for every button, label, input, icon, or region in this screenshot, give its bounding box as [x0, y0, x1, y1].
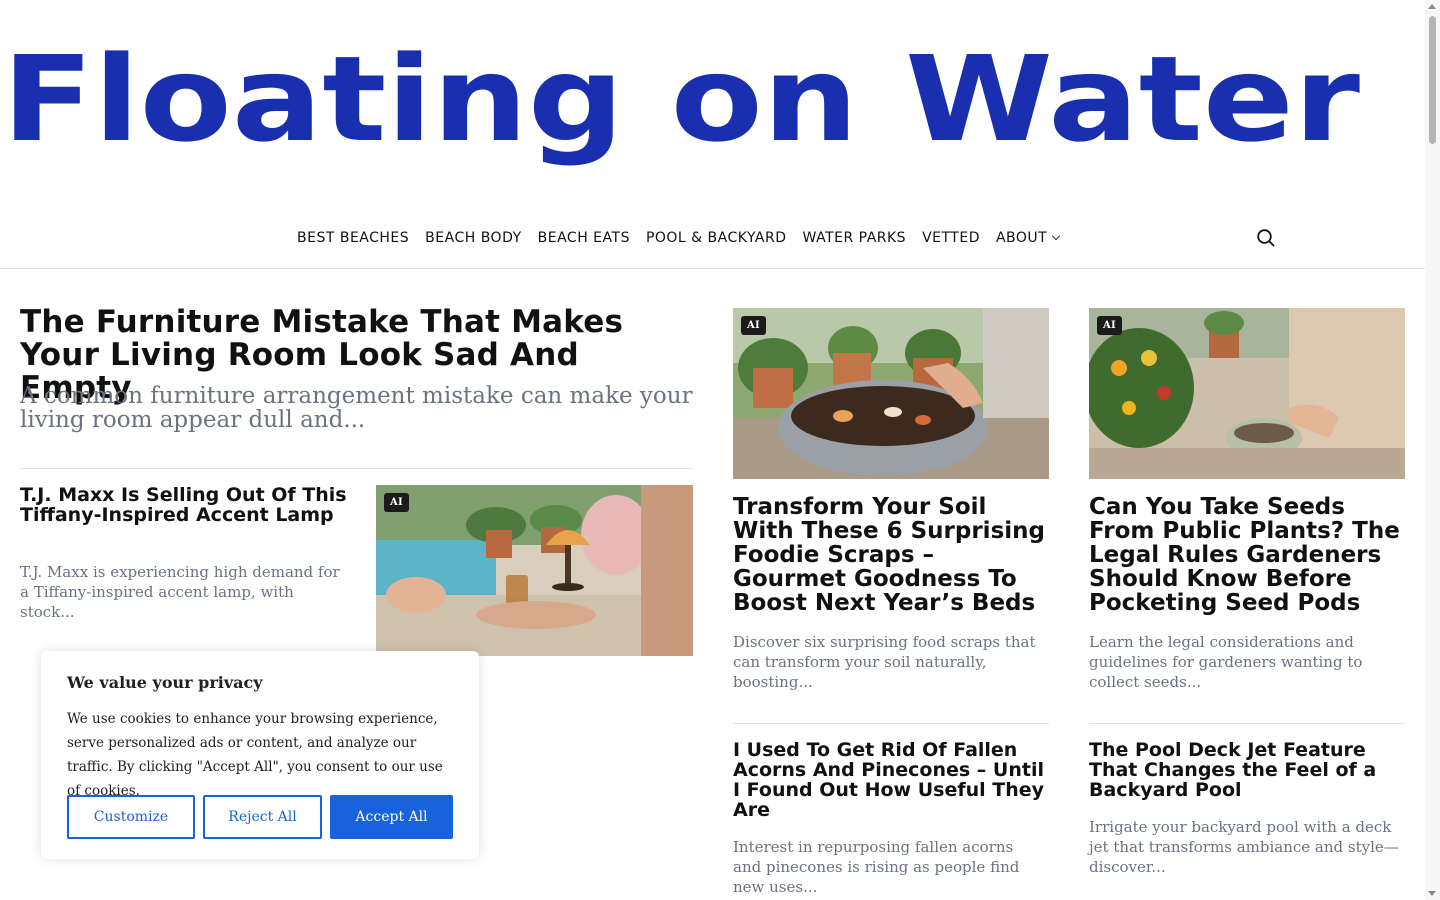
customize-button[interactable]: Customize [67, 795, 195, 839]
search-icon[interactable] [1257, 229, 1275, 247]
cookie-banner-text: We use cookies to enhance your browsing … [67, 711, 443, 799]
article-excerpt-seeds: Learn the legal considerations and guide… [1089, 633, 1363, 691]
article-image-seeds[interactable]: AI [1089, 308, 1405, 479]
nav-item-beach-eats[interactable]: BEACH EATS [530, 230, 638, 246]
cookie-banner-title: We value your privacy [67, 673, 263, 692]
divider [733, 723, 1049, 724]
article-title-seeds[interactable]: Can You Take Seeds From Public Plants? T… [1089, 495, 1409, 615]
scrollbar-thumb[interactable] [1429, 16, 1436, 144]
nav-menu: BEST BEACHES BEACH BODY BEACH EATS POOL … [289, 220, 1067, 256]
ai-badge: AI [384, 493, 410, 512]
reject-all-button[interactable]: Reject All [203, 795, 322, 839]
nav-item-pool-backyard[interactable]: POOL & BACKYARD [638, 230, 795, 246]
logo-wordmark: Floating on Water [2, 38, 1360, 168]
article-title-soil[interactable]: Transform Your Soil With These 6 Surpris… [733, 495, 1053, 615]
accept-all-button[interactable]: Accept All [330, 795, 453, 839]
nav-item-beach-body[interactable]: BEACH BODY [417, 230, 529, 246]
article-image-tj-maxx[interactable]: AI [376, 485, 693, 656]
main-nav: BEST BEACHES BEACH BODY BEACH EATS POOL … [0, 220, 1425, 269]
logo-text: Floating on Water [2, 38, 1360, 168]
article-excerpt-acorns: Interest in repurposing fallen acorns an… [733, 838, 1020, 896]
cookie-consent-banner: We value your privacy We use cookies to … [41, 651, 479, 859]
site-logo[interactable]: Floating on Water [0, 38, 1370, 178]
ai-badge: AI [741, 316, 767, 335]
chevron-down-icon [1051, 231, 1061, 241]
scroll-down-icon[interactable] [1428, 891, 1436, 896]
nav-item-about[interactable]: ABOUT [988, 230, 1067, 246]
article-image-soil[interactable]: AI [733, 308, 1049, 479]
article-title-acorns[interactable]: I Used To Get Rid Of Fallen Acorns And P… [733, 740, 1053, 820]
nav-item-water-parks[interactable]: WATER PARKS [795, 230, 915, 246]
ai-badge: AI [1097, 316, 1123, 335]
article-excerpt-tj-maxx: T.J. Maxx is experiencing high demand fo… [20, 563, 340, 621]
article-title-pool-deck[interactable]: The Pool Deck Jet Feature That Changes t… [1089, 740, 1409, 800]
nav-item-about-label: ABOUT [995, 230, 1048, 246]
page-scrollbar[interactable] [1425, 0, 1440, 900]
article-excerpt-soil: Discover six surprising food scraps that… [733, 633, 1036, 691]
nav-item-best-beaches[interactable]: BEST BEACHES [289, 230, 417, 246]
divider [1089, 723, 1405, 724]
nav-item-vetted[interactable]: VETTED [914, 230, 988, 246]
divider [20, 468, 693, 469]
article-excerpt-pool-deck: Irrigate your backyard pool with a deck … [1089, 818, 1399, 876]
scroll-up-icon[interactable] [1428, 4, 1436, 9]
article-title-tj-maxx[interactable]: T.J. Maxx Is Selling Out Of This Tiffany… [20, 485, 350, 525]
hero-article-excerpt: A common furniture arrangement mistake c… [20, 383, 693, 433]
